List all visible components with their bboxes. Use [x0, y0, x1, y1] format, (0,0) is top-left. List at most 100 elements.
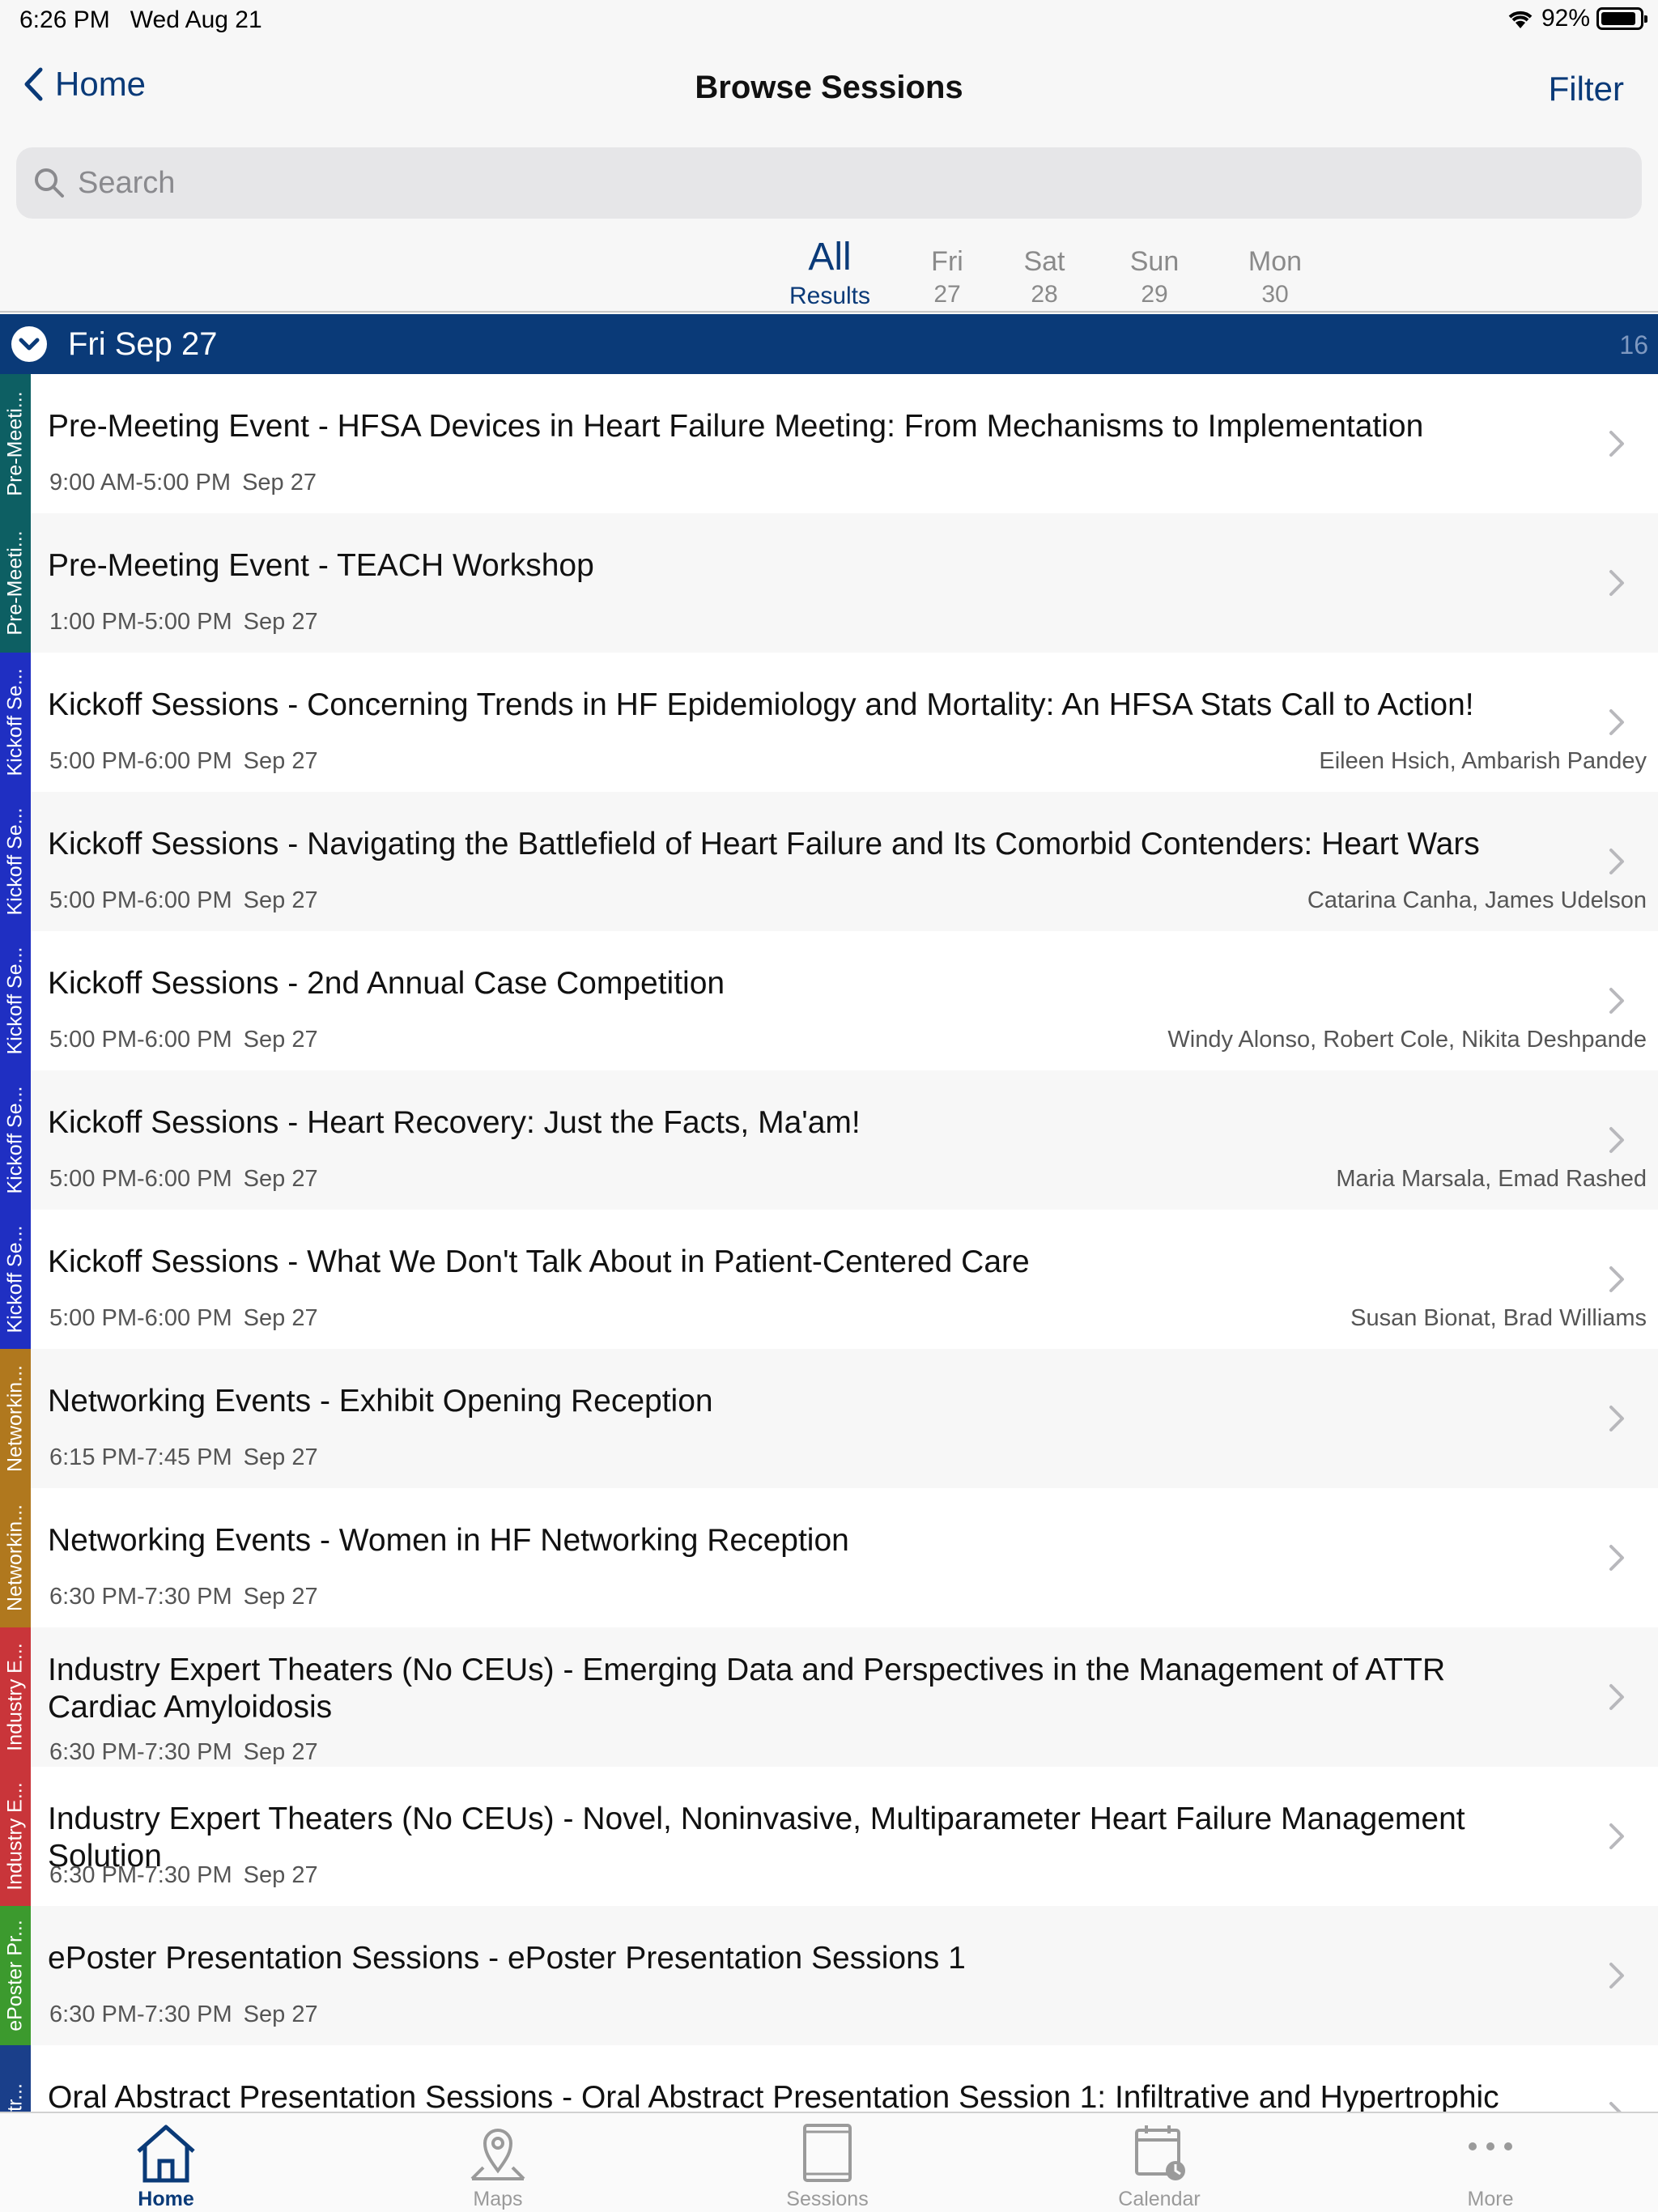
session-time-range: 9:00 AM-5:00 PM	[49, 470, 232, 496]
session-title: Kickoff Sessions - 2nd Annual Case Compe…	[48, 966, 725, 1001]
session-title: Kickoff Sessions - What We Don't Talk Ab…	[48, 1244, 1030, 1279]
session-date: Sep 27	[243, 1305, 318, 1331]
session-time-range: 5:00 PM-6:00 PM	[49, 748, 232, 774]
chevron-right-icon	[1609, 431, 1624, 457]
track-color-strip: Kickoff Se...	[0, 931, 31, 1070]
session-row[interactable]: Kickoff Se... Kickoff Sessions - Navigati…	[0, 792, 1658, 931]
session-time: 1:00 PM-5:00 PM Sep 27	[49, 609, 318, 636]
session-date: Sep 27	[243, 609, 318, 635]
session-row[interactable]: Networkin... Networking Events - Exhibit …	[0, 1349, 1658, 1488]
session-date: Sep 27	[243, 1862, 318, 1888]
tab-all-results[interactable]: All Results	[777, 233, 882, 310]
session-title: ePoster Presentation Sessions - ePoster …	[48, 1941, 966, 1976]
track-color-strip: ePoster Pr...	[0, 1906, 31, 2045]
day-filter-tabs: All Results Fri 27 Sat 28 Sun 29 Mon 30	[0, 233, 1658, 313]
session-time: 6:30 PM-7:30 PM Sep 27	[49, 1739, 318, 1766]
chevron-right-icon	[1609, 988, 1624, 1014]
tab-label: More	[1467, 2188, 1514, 2210]
tab-bottom-label: 30	[1261, 281, 1289, 308]
track-label: Kickoff Se...	[3, 1225, 27, 1334]
status-time: 6:26 PM Wed Aug 21	[19, 6, 262, 34]
track-label: Kickoff Se...	[3, 946, 27, 1055]
tab-label: Home	[138, 2188, 194, 2210]
chevron-right-icon	[1609, 1127, 1624, 1153]
section-header[interactable]: Fri Sep 27 16	[0, 314, 1658, 374]
search-bar[interactable]	[16, 147, 1642, 219]
session-title: Pre-Meeting Event - TEACH Workshop	[48, 548, 594, 583]
tab-label: Calendar	[1118, 2188, 1201, 2210]
tab-sun[interactable]: Sun 29	[1114, 233, 1195, 308]
session-row[interactable]: Kickoff Se... Kickoff Sessions - Heart Re…	[0, 1070, 1658, 1210]
session-row[interactable]: Pre-Meeti... Pre-Meeting Event - TEACH Wo…	[0, 513, 1658, 653]
session-time-range: 5:00 PM-6:00 PM	[49, 1305, 232, 1331]
status-indicators: 92%	[1506, 5, 1647, 32]
session-time: 6:30 PM-7:30 PM Sep 27	[49, 1862, 318, 1889]
tab-bottom-label: 27	[933, 281, 961, 308]
session-row[interactable]: Kickoff Se... Kickoff Sessions - Concerni…	[0, 653, 1658, 792]
date: Wed Aug 21	[130, 6, 262, 33]
tab-bar: Home Maps Sessions Calendar More	[0, 2112, 1658, 2212]
session-row[interactable]: Networkin... Networking Events - Women in…	[0, 1488, 1658, 1627]
status-bar: 6:26 PM Wed Aug 21 92%	[0, 0, 1658, 39]
chevron-right-icon	[1609, 1684, 1624, 1710]
session-row[interactable]: Industry E... Industry Expert Theaters (N…	[0, 1627, 1658, 1767]
session-list[interactable]: Pre-Meeti... Pre-Meeting Event - HFSA Dev…	[0, 374, 1658, 2112]
wifi-icon	[1508, 11, 1533, 28]
filter-button[interactable]: Filter	[1549, 70, 1624, 108]
tab-home[interactable]: Home	[101, 2121, 231, 2211]
chevron-right-icon	[1609, 570, 1624, 596]
tab-more[interactable]: More	[1426, 2121, 1555, 2211]
tab-maps[interactable]: Maps	[433, 2121, 563, 2211]
track-color-strip: Kickoff Se...	[0, 792, 31, 931]
tab-top-label: Mon	[1248, 246, 1303, 277]
home-icon	[137, 2125, 195, 2183]
session-time-range: 5:00 PM-6:00 PM	[49, 1166, 232, 1192]
session-title: Pre-Meeting Event - HFSA Devices in Hear…	[48, 409, 1424, 444]
track-color-strip: Pre-Meeti...	[0, 374, 31, 513]
tab-calendar[interactable]: Calendar	[1095, 2121, 1224, 2211]
session-row[interactable]: Pre-Meeti... Pre-Meeting Event - HFSA Dev…	[0, 374, 1658, 513]
chevron-right-icon	[1609, 849, 1624, 874]
tab-fri[interactable]: Fri 27	[907, 233, 988, 308]
track-label: ePoster Pr...	[3, 1920, 27, 2031]
session-title: Networking Events - Exhibit Opening Rece…	[48, 1384, 713, 1419]
search-input[interactable]	[78, 165, 1616, 201]
session-time-range: 6:15 PM-7:45 PM	[49, 1444, 232, 1470]
track-color-strip: Industry E...	[0, 1767, 31, 1906]
track-color-strip: Pre-Meeti...	[0, 513, 31, 653]
session-title: Networking Events - Women in HF Networki…	[48, 1523, 849, 1558]
chevron-right-icon	[1609, 1823, 1624, 1849]
session-row[interactable]: Kickoff Se... Kickoff Sessions - 2nd Annu…	[0, 931, 1658, 1070]
session-time-range: 5:00 PM-6:00 PM	[49, 1027, 232, 1053]
session-row[interactable]: Industry E... Industry Expert Theaters (N…	[0, 1767, 1658, 1906]
session-speakers: Windy Alonso, Robert Cole, Nikita Deshpa…	[1167, 1027, 1647, 1053]
track-color-strip: Kickoff Se...	[0, 1210, 31, 1349]
page-title: Browse Sessions	[695, 70, 963, 105]
track-color-strip: Kickoff Se...	[0, 653, 31, 792]
track-label: Industry E...	[3, 1782, 27, 1891]
session-row[interactable]: Abstr... Oral Abstract Presentation Sessi…	[0, 2045, 1658, 2112]
track-color-strip: Networkin...	[0, 1349, 31, 1488]
chevron-right-icon	[1609, 1266, 1624, 1292]
session-speakers: Catarina Canha, James Udelson	[1307, 887, 1647, 913]
track-label: Industry E...	[3, 1643, 27, 1751]
tab-sessions[interactable]: Sessions	[763, 2121, 892, 2211]
session-time: 5:00 PM-6:00 PM Sep 27	[49, 748, 318, 775]
tab-sat[interactable]: Sat 28	[1004, 233, 1085, 308]
session-date: Sep 27	[243, 2001, 318, 2027]
chevron-right-icon	[1609, 1545, 1624, 1571]
session-time: 6:30 PM-7:30 PM Sep 27	[49, 2001, 318, 2028]
session-row[interactable]: Kickoff Se... Kickoff Sessions - What We …	[0, 1210, 1658, 1349]
session-time: 6:15 PM-7:45 PM Sep 27	[49, 1444, 318, 1471]
calendar-icon	[1135, 2125, 1185, 2180]
track-label: Abstr...	[4, 2083, 28, 2112]
chevron-right-icon	[1609, 709, 1624, 735]
tab-top-label: All	[808, 236, 852, 279]
track-color-strip: Industry E...	[0, 1627, 31, 1767]
session-date: Sep 27	[243, 1739, 318, 1765]
session-row[interactable]: ePoster Pr... ePoster Presentation Sessio…	[0, 1906, 1658, 2045]
tab-mon[interactable]: Mon 30	[1235, 233, 1316, 308]
book-icon	[803, 2124, 852, 2182]
collapse-toggle[interactable]	[11, 326, 47, 362]
track-label: Networkin...	[3, 1365, 27, 1472]
